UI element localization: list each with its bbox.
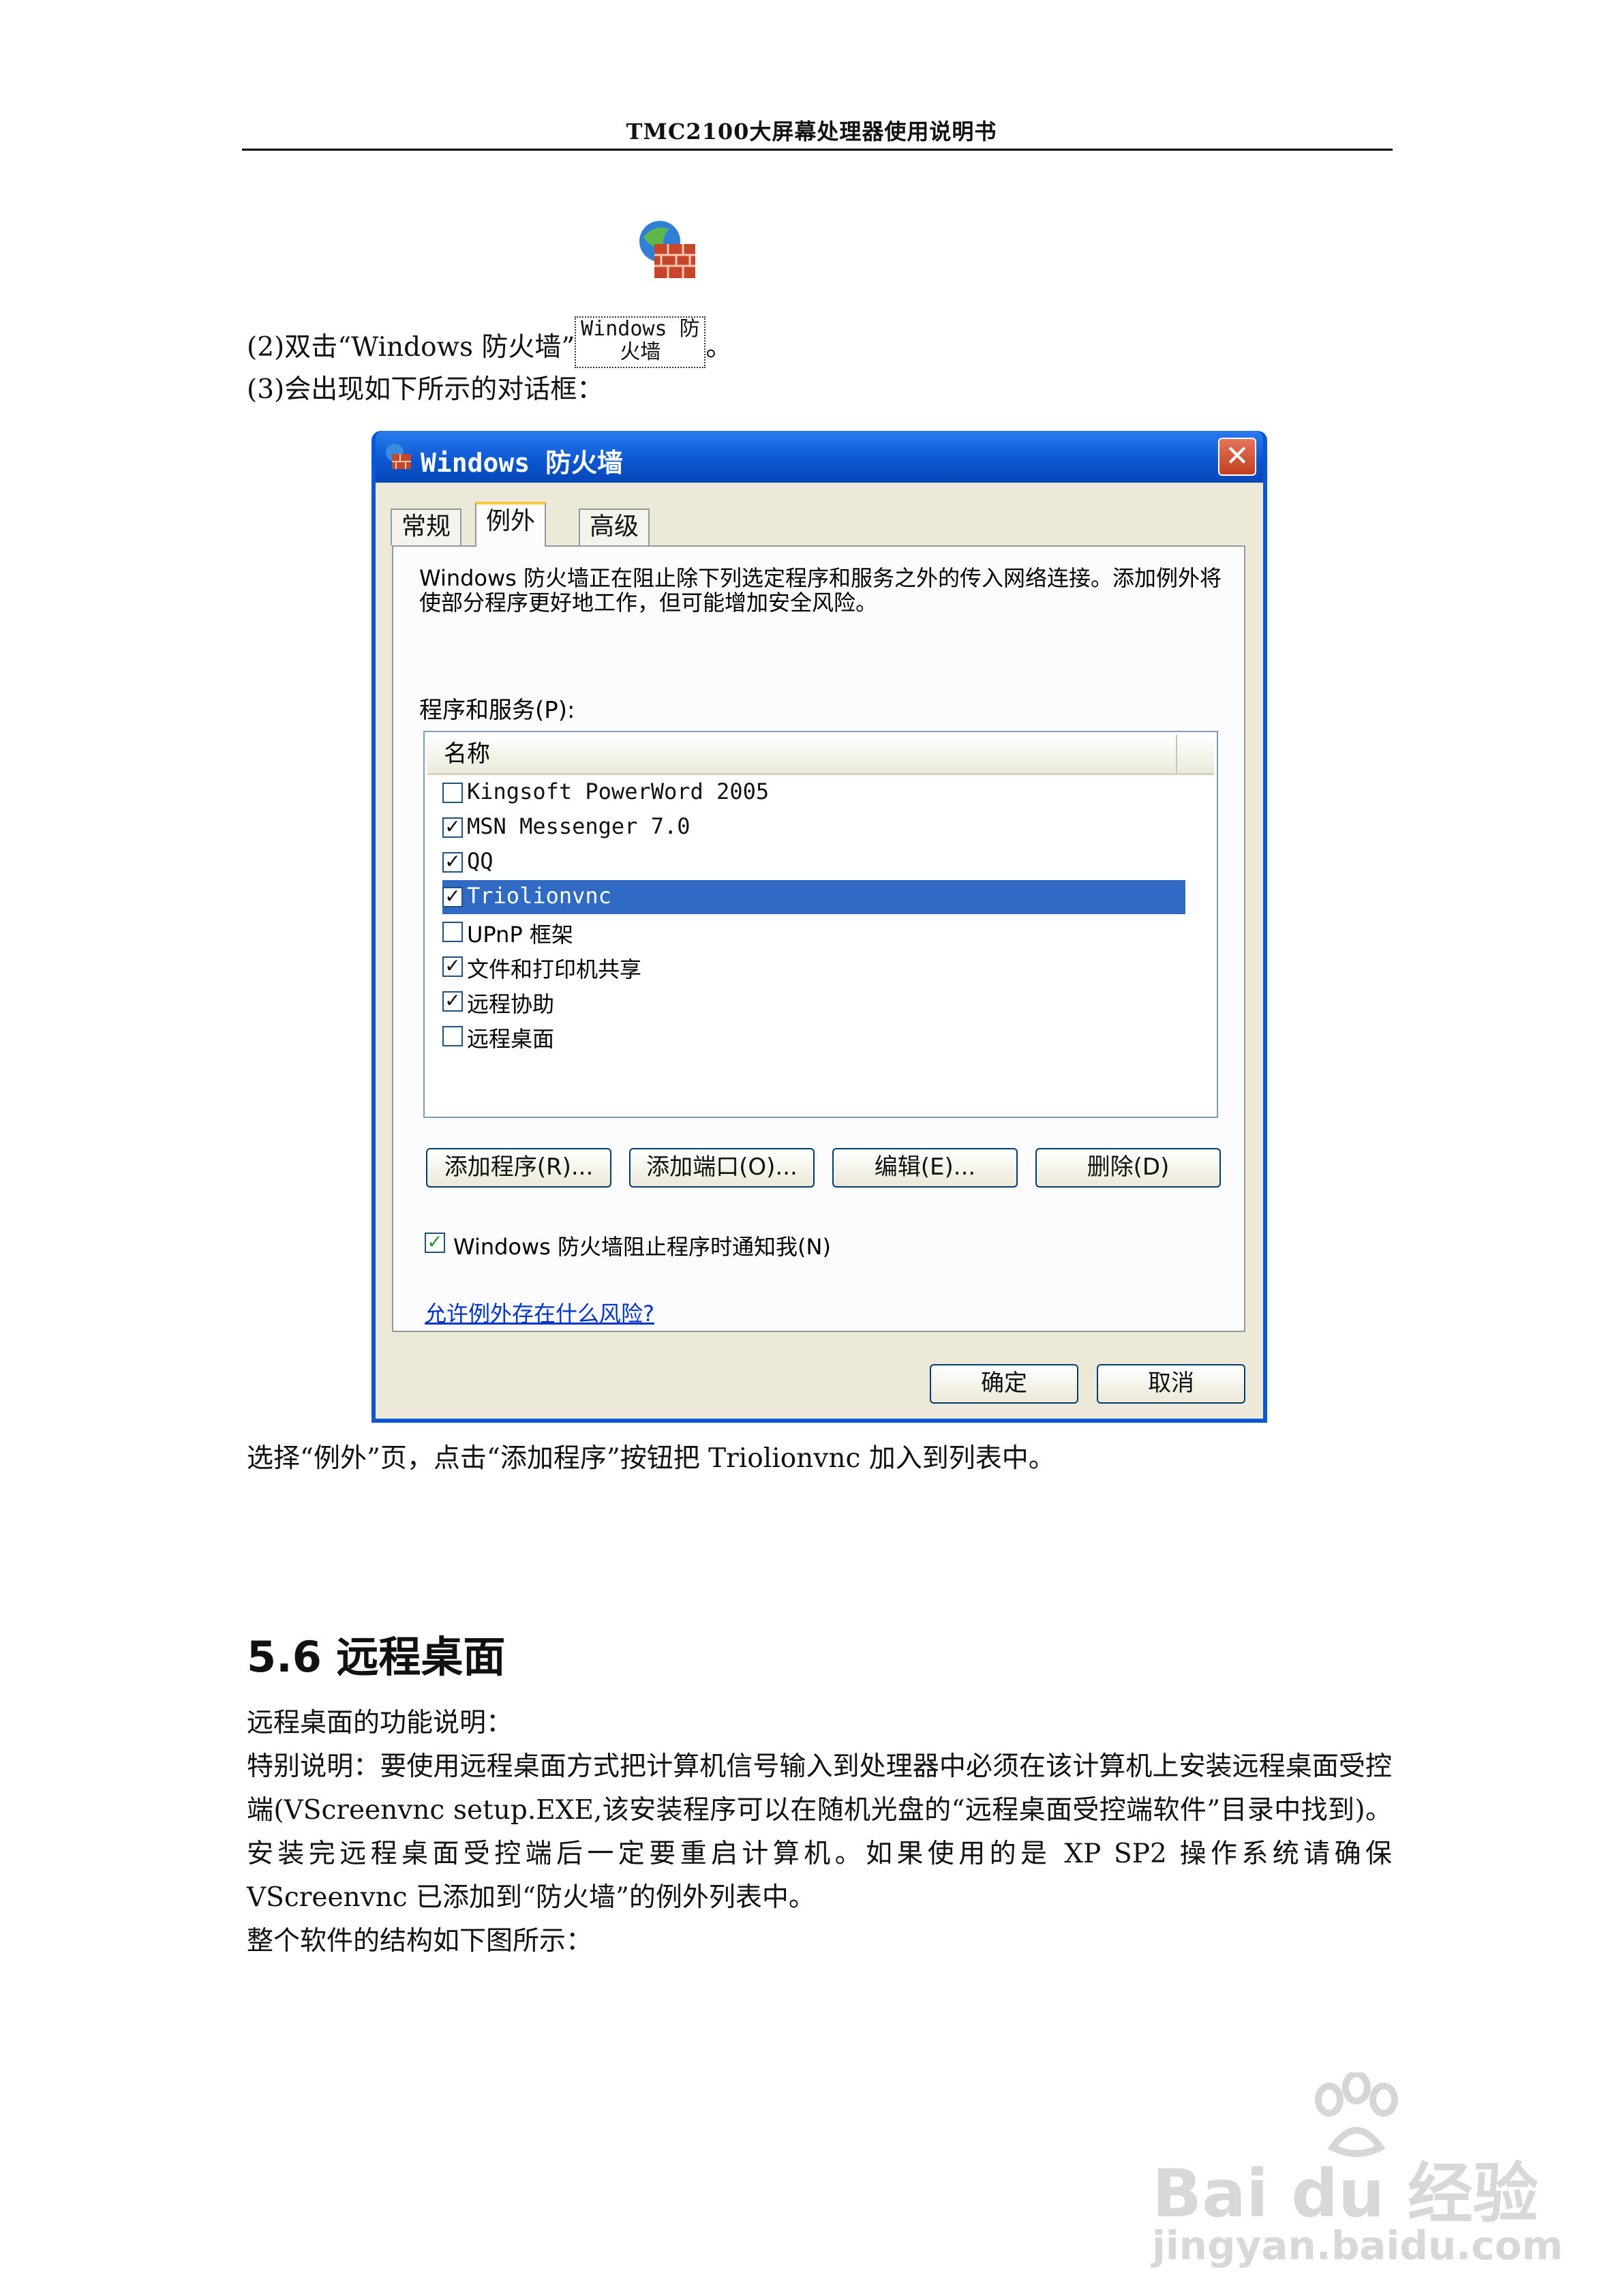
watermark-brand: Bai du 经验 (1152, 2156, 1538, 2232)
list-header: 名称 (427, 735, 1214, 775)
add-port-button[interactable]: 添加端口(O)... (629, 1148, 815, 1188)
tab-general[interactable]: 常规 (391, 509, 462, 545)
list-item-label: UPnP 框架 (467, 922, 573, 948)
notify-checkbox[interactable]: ✓ (425, 1233, 445, 1253)
ok-button[interactable]: 确定 (930, 1364, 1078, 1404)
risk-link[interactable]: 允许例外存在什么风险? (425, 1297, 654, 1328)
list-item-label: 远程协助 (467, 991, 555, 1017)
dialog-title: Windows 防火墙 (421, 448, 624, 478)
paragraph-1: 远程桌面的功能说明： (247, 1708, 513, 1738)
dialog-titlebar[interactable]: Windows 防火墙 ✕ (376, 431, 1263, 483)
list-item[interactable]: ✓ 文件和打印机共享 (442, 950, 1185, 984)
programs-list-label: 程序和服务(P): (419, 697, 575, 724)
programs-list[interactable]: 名称 Kingsoft PowerWord 2005 ✓ MSN Messeng… (423, 731, 1218, 1118)
list-item[interactable]: Kingsoft PowerWord 2005 (442, 776, 1185, 810)
checkbox[interactable]: ✓ (442, 887, 463, 907)
list-item[interactable]: ✓ MSN Messenger 7.0 (442, 811, 1185, 845)
list-item-label: Triolionvnc (467, 883, 611, 909)
checkbox[interactable] (442, 922, 463, 942)
checkbox[interactable]: ✓ (442, 852, 463, 873)
firewall-icon-label-box: Windows 防火墙 (575, 316, 706, 368)
step-2-suffix: 。 (706, 332, 733, 363)
paragraph-2: 特别说明：要使用远程桌面方式把计算机信号输入到处理器中必须在该计算机上安装远程桌… (247, 1751, 1392, 1913)
exceptions-panel: Windows 防火墙正在阻止除下列选定程序和服务之外的传入网络连接。添加例外将… (392, 545, 1245, 1332)
list-item-label: Kingsoft PowerWord 2005 (467, 779, 770, 804)
list-item-label: MSN Messenger 7.0 (467, 813, 691, 839)
firewall-icon (634, 217, 702, 285)
tab-exceptions[interactable]: 例外 (475, 502, 547, 547)
list-item[interactable]: ✓ QQ (442, 845, 1185, 879)
exceptions-description: Windows 防火墙正在阻止除下列选定程序和服务之外的传入网络连接。添加例外将… (419, 565, 1222, 616)
checkbox[interactable] (442, 1026, 463, 1046)
firewall-dialog: Windows 防火墙 ✕ 常规 例外 高级 Windows 防火墙正在阻止除下… (371, 431, 1267, 1423)
paragraph-3: 整个软件的结构如下图所示： (247, 1926, 593, 1957)
cancel-button[interactable]: 取消 (1097, 1364, 1245, 1404)
step-2-prefix: (2)双击“Windows 防火墙” (247, 332, 575, 363)
list-item[interactable]: 远程桌面 (442, 1019, 1185, 1053)
close-button[interactable]: ✕ (1218, 438, 1256, 476)
list-item[interactable]: UPnP 框架 (442, 915, 1185, 949)
section-title: 5.6 远程桌面 (247, 1632, 506, 1682)
list-item-label: 远程桌面 (467, 1026, 555, 1052)
step-3-text: (3)会出现如下所示的对话框： (247, 374, 604, 405)
list-item-label: QQ (467, 848, 494, 874)
checkbox[interactable]: ✓ (442, 991, 463, 1012)
dialog-body: 常规 例外 高级 Windows 防火墙正在阻止除下列选定程序和服务之外的传入网… (376, 483, 1263, 1419)
page-header-title: TMC2100大屏幕处理器使用说明书 (626, 119, 997, 145)
checkbox[interactable]: ✓ (442, 817, 463, 838)
notify-label: Windows 防火墙阻止程序时通知我(N) (453, 1234, 831, 1260)
notify-checkbox-row[interactable]: ✓ Windows 防火墙阻止程序时通知我(N) (425, 1228, 1174, 1260)
checkbox[interactable] (442, 783, 463, 803)
dialog-firewall-icon (384, 442, 414, 472)
checkbox[interactable]: ✓ (442, 956, 463, 977)
list-item[interactable]: ✓ 远程协助 (442, 984, 1185, 1018)
step-2-text: (2)双击“Windows 防火墙” Windows 防火墙。 (247, 316, 732, 369)
delete-button[interactable]: 删除(D) (1035, 1148, 1221, 1188)
header-rule (242, 149, 1393, 151)
list-item-selected[interactable]: ✓ Triolionvnc (442, 880, 1185, 914)
edit-button[interactable]: 编辑(E)... (832, 1148, 1018, 1188)
after-dialog-text: 选择“例外”页，点击“添加程序”按钮把 Triolionvnc 加入到列表中。 (247, 1443, 1055, 1474)
column-header-name[interactable]: 名称 (427, 735, 1177, 773)
tab-advanced[interactable]: 高级 (579, 509, 650, 545)
firewall-icon-label-line1: Windows 防 (581, 317, 700, 341)
firewall-icon-label-line2: 火墙 (620, 340, 661, 364)
list-item-label: 文件和打印机共享 (467, 956, 642, 982)
watermark-url: jingyan.baidu.com (1152, 2222, 1563, 2269)
add-program-button[interactable]: 添加程序(R)... (426, 1148, 611, 1188)
